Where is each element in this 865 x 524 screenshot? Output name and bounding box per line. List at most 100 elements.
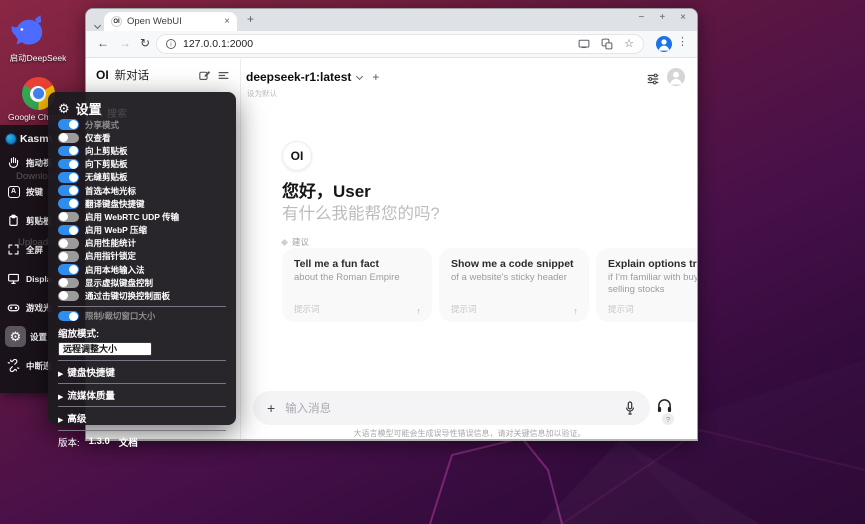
ghost-search-row: 搜索 [94,105,127,120]
card-footer-label: 提示词 [294,304,320,314]
toggle-label: 启用指针锁定 [85,251,137,262]
kasm-item-6[interactable]: 游戏光标 [5,293,52,322]
toggle-10[interactable] [58,238,79,249]
suggestion-card-2[interactable]: Show me a code snippet of a website's sti… [439,248,589,322]
toggle-4-row: 向下剪贴板 [58,158,226,171]
message-input[interactable]: + 输入消息 [253,391,650,425]
toggle-1-row: 分享模式 [58,118,226,131]
browser-tab[interactable]: OI Open WebUI × [104,12,237,31]
card-footer-label: 提示词 [608,304,634,314]
chevron-down-icon [356,72,364,80]
desktop-icon-deepseek[interactable]: 启动DeepSeek [8,12,68,64]
toggle-label: 分享模式 [85,119,120,130]
person-icon [658,39,670,51]
docs-link[interactable]: 文档 [119,435,138,449]
suggestion-card-3[interactable]: Explain options trading if I'm familiar w… [596,248,697,322]
disclaimer-text: 大语言模型可能会生成误导性错误信息，请对关键信息加以验证。 [353,429,586,438]
toggle-clip-window[interactable] [58,310,79,322]
tab-strip: OI Open WebUI × + − + × [86,9,697,31]
site-info-icon[interactable]: i [166,39,176,49]
toggle-2[interactable] [58,132,79,144]
window-close-button[interactable]: × [680,12,686,23]
toggle-8[interactable] [58,211,79,223]
kasm-settings-panel: 搜索 ⚙ 设置 分享模式 仅查看 向上剪贴板 向下剪贴板 无缝剪贴板 首选本地光标 翻译键盘… [48,92,236,449]
toggle-12[interactable] [58,264,79,275]
section-label: 高级 [67,413,87,425]
toggle-14-row: 通过击键切换控制面板 [58,289,226,302]
chat-settings-icon[interactable] [646,72,660,86]
toggle-13-row: 显示虚拟键盘控制 [58,276,226,289]
toggle-label: 向上剪贴板 [85,145,128,156]
forward-button: → [119,36,131,50]
toggle-label: 向下剪贴板 [85,159,128,170]
kasm-item-3[interactable]: 剪贴板 [5,206,52,235]
tab-title: Open WebUI [127,16,182,27]
toggle-3[interactable] [58,145,79,157]
browser-menu-icon[interactable]: ⋮ [677,35,688,48]
reload-button[interactable]: ↻ [140,37,150,49]
card-title: Explain options trading [608,258,697,270]
person-icon [670,71,682,85]
kasm-item-8[interactable]: 中断连接 [5,351,52,380]
toggle-6[interactable] [58,185,79,196]
new-chat-pencil-icon[interactable] [198,69,211,82]
clipboard-icon [5,212,22,229]
window-maximize-button[interactable]: + [659,12,665,23]
model-selector[interactable]: deepseek-r1:latest + [246,70,379,84]
triangle-expander-icon: ▶ [58,416,64,424]
toggle-5[interactable] [58,172,79,183]
tab-close-icon[interactable]: × [224,16,230,27]
toggle-9[interactable] [58,224,79,236]
user-avatar[interactable] [667,68,685,86]
version-row: 版本: 1.3.0 文档 [58,429,226,449]
address-bar[interactable]: i 127.0.0.1:2000 ☆ [156,34,644,54]
translate-icon[interactable] [601,38,613,50]
zoom-mode-select[interactable]: 远程调整大小 [58,341,152,356]
gear-icon: ⚙ [58,101,70,116]
help-button[interactable]: ? [662,413,674,425]
suggested-label: 建议 [292,237,310,247]
back-button[interactable]: ← [97,37,109,49]
settings-section-2[interactable]: ▶ 流媒体质量 [58,382,226,402]
mic-icon[interactable] [624,401,636,415]
settings-section-3[interactable]: ▶ 高级 [58,405,226,425]
display-icon [5,270,22,287]
toggle-14[interactable] [58,290,79,302]
kasm-item-7[interactable]: ⚙ 设置 [5,322,52,351]
toggle-3-row: 向上剪贴板 [58,144,226,157]
webui-logo: OI [96,68,109,82]
kasm-item-label: 按键 [26,186,44,197]
toggle-13[interactable] [58,277,79,289]
card-title: Tell me a fun fact [294,258,379,270]
browser-profile-avatar[interactable] [656,36,672,52]
toggle-label: 仅查看 [85,132,111,143]
settings-section-1[interactable]: ▶ 键盘快捷键 [58,359,226,379]
toggle-11[interactable] [58,251,79,262]
toggle-label: 启用 WebRTC UDP 传输 [85,211,180,222]
sidebar-toggle-icon[interactable] [217,69,230,82]
section-label: 流媒体质量 [67,390,115,402]
suggestion-cards: Tell me a fun fact about the Roman Empire… [282,248,697,326]
new-tab-button[interactable]: + [247,12,254,26]
toggle-7[interactable] [58,198,79,209]
kasm-item-5[interactable]: Displays [5,264,52,293]
toggle-1[interactable] [58,119,79,130]
set-default-label[interactable]: 设为默认 [247,88,277,99]
attach-plus-icon[interactable]: + [267,400,275,416]
deepseek-whale-icon [11,15,43,45]
card-subtitle: of a website's sticky header [451,272,567,283]
version-label: 版本: [58,437,80,449]
window-minimize-button[interactable]: − [638,12,644,23]
suggestion-card-1[interactable]: Tell me a fun fact about the Roman Empire… [282,248,432,322]
add-model-button[interactable]: + [372,70,379,84]
bookmark-star-icon[interactable]: ☆ [624,38,634,50]
gear-icon: ⚙ [5,326,26,347]
toggle-4[interactable] [58,158,79,170]
cast-icon[interactable] [578,38,590,50]
toggle-11-row: 启用指针锁定 [58,250,226,263]
desktop-icon-label: 启动DeepSeek [9,53,67,63]
new-chat-label[interactable]: 新对话 [115,67,192,83]
toggle-label: 限制/裁切窗口大小 [85,311,156,322]
voice-call-headphones-icon[interactable] [656,397,673,413]
tab-favicon: OI [111,16,122,27]
